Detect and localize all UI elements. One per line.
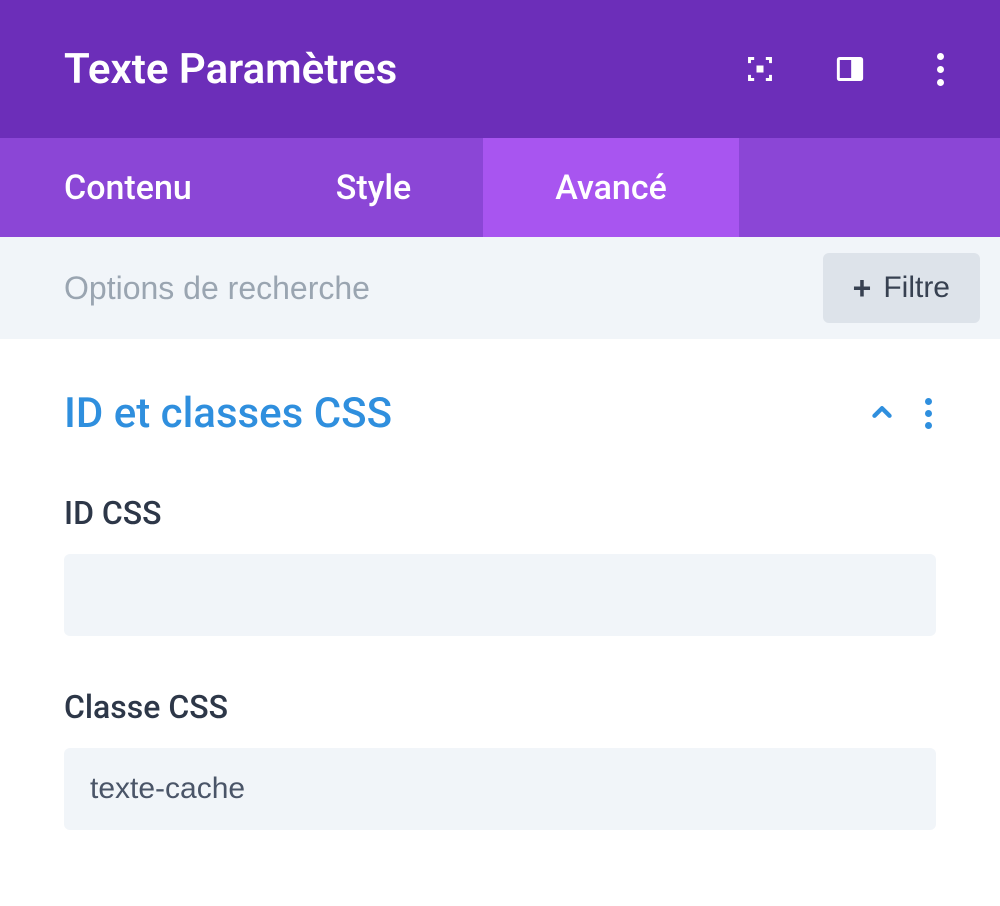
panel-layout-icon[interactable] [834, 53, 866, 85]
filter-button-label: Filtre [883, 271, 950, 305]
section-title: ID et classes CSS [64, 389, 392, 438]
field-classe-css: Classe CSS [64, 688, 936, 830]
focus-icon[interactable] [744, 53, 776, 85]
field-label-id-css: ID CSS [64, 494, 936, 532]
section-header[interactable]: ID et classes CSS [64, 389, 936, 438]
content-area: ID et classes CSS ID CSS Classe CSS [0, 339, 1000, 830]
plus-icon: + [853, 272, 872, 304]
tabs-bar: Contenu Style Avancé [0, 138, 1000, 237]
more-menu-icon[interactable] [924, 53, 956, 85]
section-controls [867, 394, 936, 433]
input-id-css[interactable] [64, 554, 936, 636]
chevron-up-icon[interactable] [867, 397, 897, 431]
filter-button[interactable]: + Filtre [823, 253, 980, 323]
tab-avance[interactable]: Avancé [483, 138, 739, 237]
search-input[interactable] [64, 270, 823, 307]
search-bar: + Filtre [0, 237, 1000, 339]
field-label-classe-css: Classe CSS [64, 688, 936, 726]
field-id-css: ID CSS [64, 494, 936, 636]
panel-title: Texte Paramètres [64, 45, 397, 94]
tab-style[interactable]: Style [264, 138, 483, 237]
panel-header: Texte Paramètres [0, 0, 1000, 138]
section-more-icon[interactable] [921, 394, 936, 433]
header-actions [744, 53, 956, 85]
tab-contenu[interactable]: Contenu [0, 138, 264, 237]
input-classe-css[interactable] [64, 748, 936, 830]
